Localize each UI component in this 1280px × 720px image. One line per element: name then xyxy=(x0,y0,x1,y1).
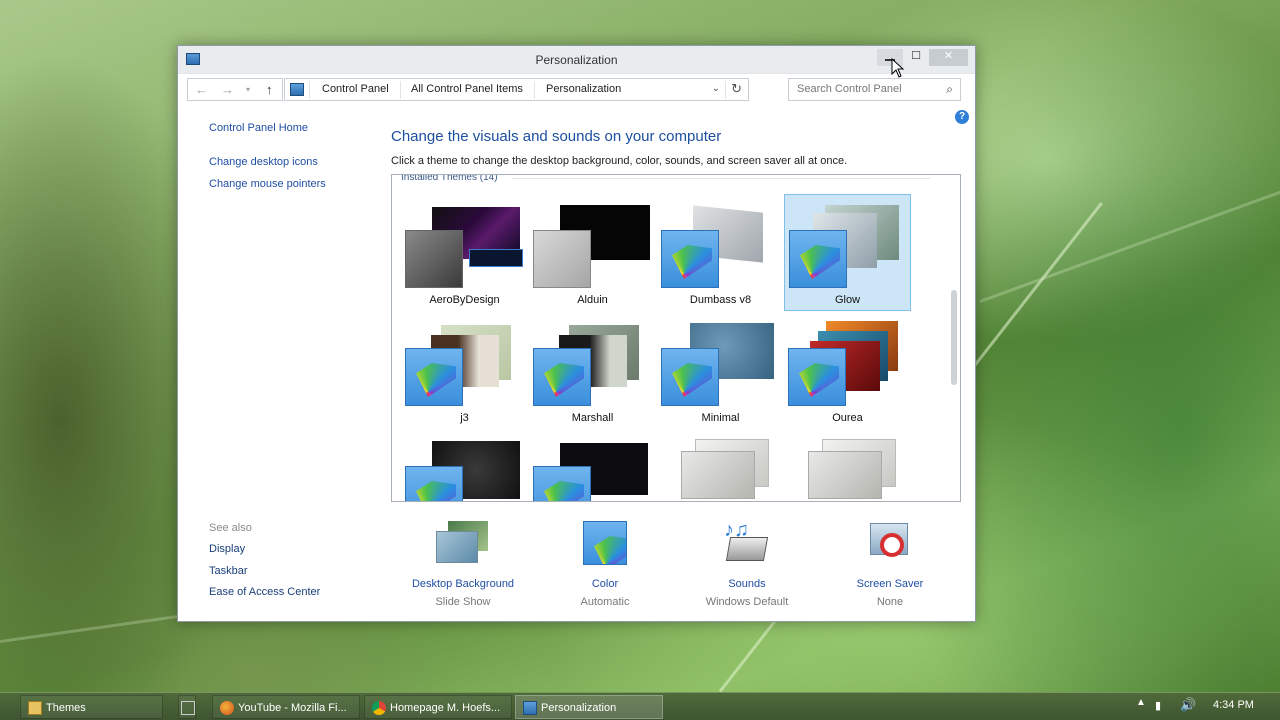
taskbar-item-chrome[interactable]: Homepage M. Hoefs... xyxy=(364,695,512,719)
theme-j3[interactable]: j3 xyxy=(401,313,528,430)
sounds-icon: ♪♫ xyxy=(724,519,770,565)
theme-color-icon xyxy=(788,348,846,406)
themes-scrollbar[interactable] xyxy=(951,290,957,385)
theme-name: Glow xyxy=(834,294,861,306)
theme-ourea[interactable]: Ourea xyxy=(784,313,911,430)
theme-name: j3 xyxy=(460,412,469,424)
control-panel-icon xyxy=(290,83,304,96)
show-hidden-icons[interactable]: ▲ xyxy=(1136,697,1146,708)
mouse-cursor-icon xyxy=(891,58,905,78)
theme-aerobydesign[interactable]: AeroByDesign xyxy=(401,195,528,312)
theme-color-icon xyxy=(661,348,719,406)
address-bar[interactable]: Control Panel All Control Panel Items Pe… xyxy=(284,78,749,101)
change-mouse-pointers-link[interactable]: Change mouse pointers xyxy=(209,178,326,190)
theme-row3-4[interactable] xyxy=(784,431,911,501)
theme-name: Dumbass v8 xyxy=(689,294,752,306)
refresh-icon[interactable]: ↻ xyxy=(731,81,742,97)
taskbar-item-personalization[interactable]: Personalization xyxy=(515,695,663,719)
theme-name: Ourea xyxy=(832,412,863,424)
theme-name: Marshall xyxy=(571,412,614,424)
search-icon[interactable]: ⌕ xyxy=(946,82,953,97)
themes-header: Installed Themes (14) xyxy=(401,174,498,183)
theme-color-icon xyxy=(789,230,847,288)
personalization-window: Personalization ☐ ✕ ← → ▾ ↑ Control Pane… xyxy=(177,45,976,622)
close-button[interactable]: ✕ xyxy=(929,49,968,66)
see-also-label: See also xyxy=(209,522,252,534)
recent-dropdown-icon[interactable]: ▾ xyxy=(246,85,250,94)
theme-row3-2[interactable] xyxy=(529,431,656,501)
network-icon[interactable]: ▮ xyxy=(1155,699,1161,712)
theme-dumbass-v8[interactable]: Dumbass v8 xyxy=(657,195,784,312)
ease-of-access-link[interactable]: Ease of Access Center xyxy=(209,586,320,598)
theme-row3-3[interactable] xyxy=(657,431,784,501)
theme-name: Minimal xyxy=(701,412,740,424)
window-icon xyxy=(181,701,195,715)
address-dropdown-icon[interactable]: ⌄ xyxy=(712,83,720,94)
screen-saver-icon xyxy=(868,521,912,565)
taskbar-link[interactable]: Taskbar xyxy=(209,565,248,577)
color-value: Automatic xyxy=(580,596,630,608)
up-arrow-icon[interactable]: ↑ xyxy=(266,82,273,97)
theme-color-icon xyxy=(533,466,591,501)
chrome-icon xyxy=(372,701,386,715)
wallpaper-vein xyxy=(979,163,1280,303)
theme-color-icon xyxy=(661,230,719,288)
search-box[interactable]: Search Control Panel ⌕ xyxy=(788,78,961,101)
taskbar-item-themes[interactable]: Themes xyxy=(20,695,163,719)
folder-icon xyxy=(28,701,42,715)
breadcrumb-personalization[interactable]: Personalization xyxy=(546,83,621,95)
taskbar: Themes YouTube - Mozilla Fi... Homepage … xyxy=(0,692,1280,720)
page-subtitle: Click a theme to change the desktop back… xyxy=(391,155,848,167)
screen-saver-label[interactable]: Screen Saver xyxy=(820,578,960,590)
theme-color-icon xyxy=(533,348,591,406)
theme-alduin[interactable]: Alduin xyxy=(529,195,656,312)
back-arrow-icon[interactable]: ← xyxy=(195,82,208,97)
page-title: Change the visuals and sounds on your co… xyxy=(391,128,722,145)
sounds-value: Windows Default xyxy=(705,596,789,608)
theme-row3-1[interactable] xyxy=(401,431,528,501)
themes-list[interactable]: Installed Themes (14) AeroByDesign Aldui… xyxy=(391,174,961,502)
clock[interactable]: 4:34 PM xyxy=(1213,699,1254,711)
nav-buttons: ← → ▾ ↑ xyxy=(187,78,283,101)
taskbar-item-firefox[interactable]: YouTube - Mozilla Fi... xyxy=(212,695,360,719)
change-desktop-icons-link[interactable]: Change desktop icons xyxy=(209,156,318,168)
theme-glow[interactable]: Glow xyxy=(784,194,911,311)
taskbar-item-label: YouTube - Mozilla Fi... xyxy=(238,702,347,714)
breadcrumb-all-items[interactable]: All Control Panel Items xyxy=(411,83,523,95)
title-bar[interactable]: Personalization ☐ ✕ xyxy=(178,46,975,74)
theme-name: Alduin xyxy=(577,294,608,306)
desktop-background-icon xyxy=(436,521,490,565)
search-input[interactable]: Search Control Panel xyxy=(797,83,902,95)
theme-color-icon xyxy=(405,348,463,406)
control-panel-icon xyxy=(523,701,537,715)
display-link[interactable]: Display xyxy=(209,543,245,555)
desktop-background-label[interactable]: Desktop Background xyxy=(393,578,533,590)
color-icon xyxy=(583,521,627,565)
volume-icon[interactable]: 🔊 xyxy=(1180,697,1196,713)
maximize-button[interactable]: ☐ xyxy=(903,49,929,66)
taskbar-item-label: Homepage M. Hoefs... xyxy=(390,702,501,714)
color-label[interactable]: Color xyxy=(535,578,675,590)
taskbar-show-desktop[interactable] xyxy=(178,695,196,719)
firefox-icon xyxy=(220,701,234,715)
sounds-label[interactable]: Sounds xyxy=(677,578,817,590)
theme-color-icon xyxy=(405,466,463,501)
control-panel-home-link[interactable]: Control Panel Home xyxy=(209,122,308,134)
screen-saver-value: None xyxy=(876,596,904,608)
theme-name: AeroByDesign xyxy=(429,294,500,306)
forward-arrow-icon[interactable]: → xyxy=(221,82,234,97)
help-icon[interactable]: ? xyxy=(955,110,969,124)
breadcrumb-control-panel[interactable]: Control Panel xyxy=(322,83,389,95)
window-title: Personalization xyxy=(535,53,618,67)
theme-minimal[interactable]: Minimal xyxy=(657,313,784,430)
taskbar-item-label: Themes xyxy=(46,702,86,714)
navigation-bar: ← → ▾ ↑ Control Panel All Control Panel … xyxy=(187,78,961,101)
theme-marshall[interactable]: Marshall xyxy=(529,313,656,430)
desktop-background-value: Slide Show xyxy=(435,596,491,608)
taskbar-item-label: Personalization xyxy=(541,702,617,714)
